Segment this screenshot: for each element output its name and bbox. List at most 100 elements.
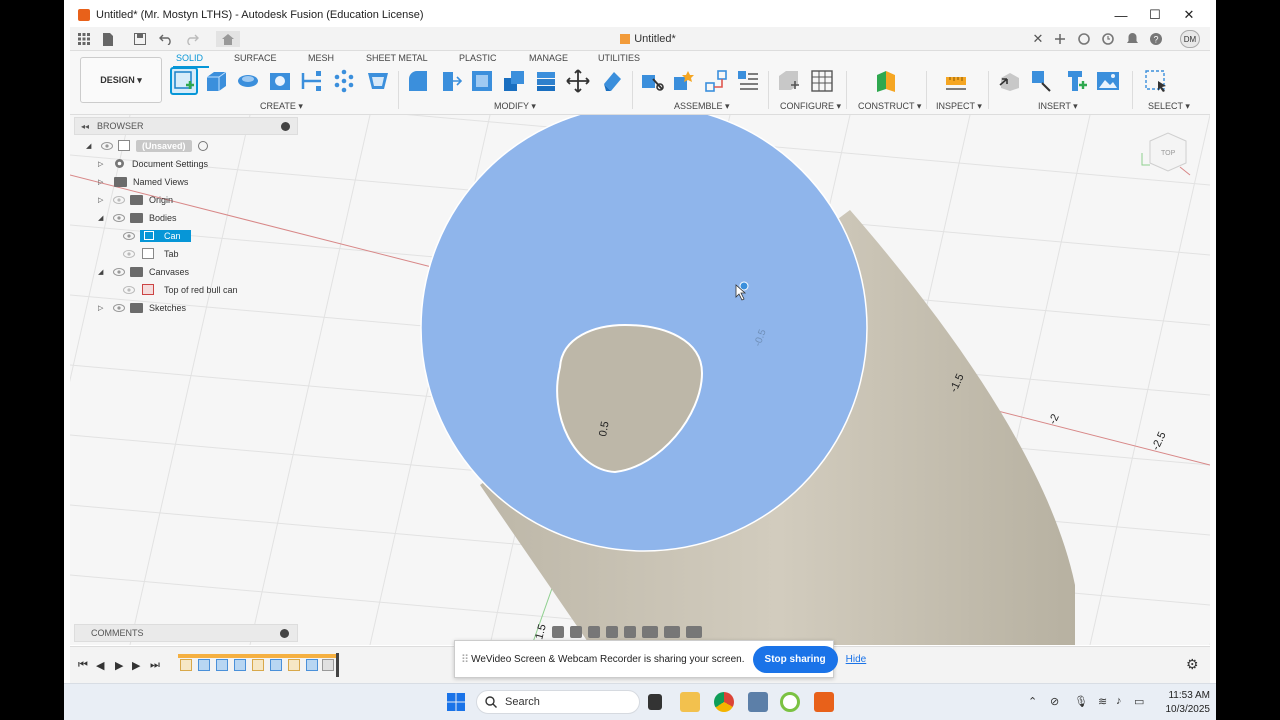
microphone-icon[interactable]: 🎙 [1074, 695, 1088, 708]
expand-arrow-icon[interactable]: ◢ [98, 268, 108, 276]
timeline-feature-icon[interactable] [306, 659, 318, 671]
taskbar-clock[interactable]: 11:53 AM 10/3/2025 [1154, 689, 1211, 717]
close-window-button[interactable]: ✕ [1172, 3, 1206, 27]
volume-icon[interactable]: ♪ [1116, 695, 1122, 707]
circular-pattern-icon[interactable] [332, 69, 356, 93]
tab-solid[interactable]: SOLID [176, 53, 203, 63]
group-construct[interactable]: CONSTRUCT ▾ [858, 101, 921, 112]
expand-arrow-icon[interactable]: ▷ [98, 196, 108, 204]
look-at-icon[interactable] [570, 626, 582, 638]
new-component-icon[interactable] [640, 69, 664, 93]
tab-surface[interactable]: SURFACE [234, 53, 277, 63]
visibility-eye-icon[interactable] [112, 267, 126, 277]
battery-icon[interactable]: ▭ [1134, 695, 1144, 708]
extensions-icon[interactable] [1076, 31, 1092, 47]
close-tab-button[interactable]: ✕ [1030, 31, 1046, 47]
group-modify[interactable]: MODIFY ▾ [494, 101, 536, 112]
calculator-icon[interactable] [748, 692, 768, 712]
combine-icon[interactable] [502, 69, 526, 93]
visibility-eye-icon[interactable] [112, 213, 126, 223]
pan-icon[interactable] [588, 626, 600, 638]
chamfer-icon[interactable] [470, 69, 494, 93]
configurations-icon[interactable] [810, 69, 834, 93]
fusion-taskbar-icon[interactable] [814, 692, 834, 712]
visibility-eye-icon[interactable] [122, 285, 136, 295]
timeline-feature-icon[interactable] [322, 659, 334, 671]
tree-node-root[interactable]: ◢ (Unsaved) [86, 137, 208, 154]
timeline-play-button[interactable]: ▶ [115, 659, 123, 672]
visibility-eye-icon[interactable] [112, 195, 126, 205]
tree-node-origin[interactable]: ▷ Origin [98, 191, 173, 208]
insert-derive-icon[interactable] [998, 69, 1022, 93]
grid-settings-icon[interactable] [664, 626, 680, 638]
tab-plastic[interactable]: PLASTIC [459, 53, 497, 63]
timeline-marker[interactable] [336, 653, 339, 677]
windows-start-icon[interactable] [446, 692, 466, 712]
workspace-switcher[interactable]: DESIGN ▾ [80, 57, 162, 103]
comments-panel[interactable]: COMMENTS [74, 624, 298, 642]
group-insert[interactable]: INSERT ▾ [1038, 101, 1078, 112]
tree-node-document-settings[interactable]: ▷ Document Settings [98, 155, 208, 172]
tab-manage[interactable]: MANAGE [529, 53, 568, 63]
insert-canvas-icon[interactable] [1096, 69, 1120, 93]
move-icon[interactable] [566, 69, 590, 93]
timeline-canvas-icon[interactable] [234, 659, 246, 671]
minimize-button[interactable]: — [1104, 3, 1138, 27]
group-select[interactable]: SELECT ▾ [1148, 101, 1190, 112]
timeline-feature-icon[interactable] [216, 659, 228, 671]
notifications-icon[interactable] [1124, 31, 1140, 47]
maximize-button[interactable]: ☐ [1138, 3, 1172, 27]
group-configure[interactable]: CONFIGURE ▾ [780, 101, 841, 112]
tab-sheet-metal[interactable]: SHEET METAL [366, 53, 428, 63]
group-assemble[interactable]: ASSEMBLE ▾ [674, 101, 730, 112]
tab-mesh[interactable]: MESH [308, 53, 334, 63]
tree-node-bodies[interactable]: ◢ Bodies [98, 209, 177, 226]
display-settings-icon[interactable] [642, 626, 658, 638]
fit-icon[interactable] [624, 626, 636, 638]
tree-node-body-can[interactable]: Can [118, 227, 191, 244]
timeline-previous-button[interactable]: ◀ [96, 659, 104, 672]
timeline-next-button[interactable]: ▶ [132, 659, 140, 672]
activate-component-icon[interactable] [197, 140, 208, 151]
file-explorer-icon[interactable] [680, 692, 700, 712]
expand-arrow-icon[interactable]: ▷ [98, 304, 108, 312]
create-sketch-icon[interactable] [170, 67, 198, 95]
view-cube[interactable]: TOP [1141, 132, 1191, 176]
document-tab[interactable]: Untitled* [248, 27, 1048, 51]
redo-icon[interactable] [184, 31, 200, 47]
expand-arrow-icon[interactable]: ◢ [86, 142, 96, 150]
as-built-joint-icon[interactable] [704, 69, 728, 93]
help-icon[interactable]: ? [1148, 31, 1164, 47]
hole-icon[interactable] [268, 69, 292, 93]
tree-node-canvas-red-bull[interactable]: Top of red bull can [118, 281, 238, 298]
tree-node-canvases[interactable]: ◢ Canvases [98, 263, 189, 280]
job-status-icon[interactable] [1100, 31, 1116, 47]
pattern-icon[interactable] [300, 69, 324, 93]
browser-header[interactable]: ◂◂ BROWSER [74, 117, 298, 135]
timeline-sketch-icon[interactable] [252, 659, 264, 671]
stop-sharing-button[interactable]: Stop sharing [752, 645, 838, 673]
tray-app-icon[interactable]: ⊘ [1050, 695, 1059, 708]
visibility-eye-icon[interactable] [122, 231, 136, 241]
timeline-last-button[interactable]: ⏭ [150, 659, 160, 672]
taskbar-search-box[interactable]: Search [476, 690, 640, 714]
tab-utilities[interactable]: UTILITIES [598, 53, 640, 63]
joint-icon[interactable] [672, 69, 696, 93]
press-pull-icon[interactable] [406, 69, 430, 93]
hide-banner-link[interactable]: Hide [846, 654, 867, 665]
wifi-icon[interactable]: ≋ [1098, 695, 1107, 708]
group-inspect[interactable]: INSPECT ▾ [936, 101, 982, 112]
fillet-icon[interactable] [438, 69, 463, 93]
group-create[interactable]: CREATE ▾ [260, 101, 303, 112]
visibility-eye-icon[interactable] [100, 141, 114, 151]
construct-plane-icon[interactable] [874, 69, 898, 93]
chrome-icon[interactable] [714, 692, 734, 712]
expand-arrow-icon[interactable]: ▷ [98, 160, 108, 168]
orbit-icon[interactable] [552, 626, 564, 638]
insert-link-icon[interactable] [1030, 69, 1054, 93]
timeline-first-button[interactable]: ⏮ [78, 659, 88, 672]
select-window-icon[interactable] [1144, 69, 1168, 93]
expand-arrow-icon[interactable]: ▷ [98, 178, 108, 186]
shell-icon[interactable] [366, 69, 390, 93]
appearance-icon[interactable] [600, 69, 624, 93]
